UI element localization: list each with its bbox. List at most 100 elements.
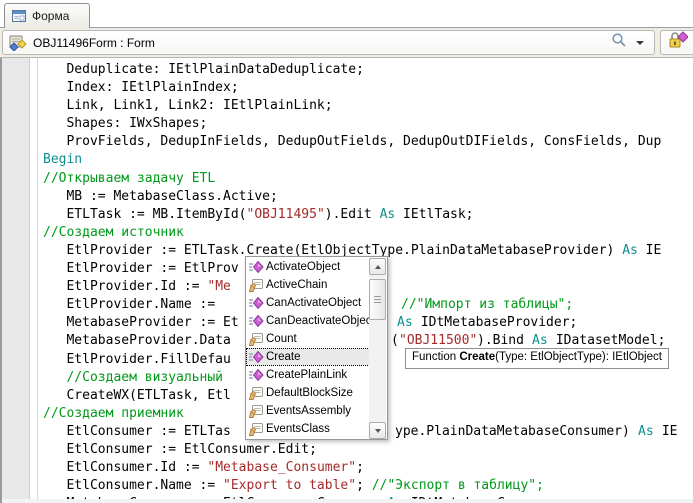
function-signature-tooltip: Function Create(Type: EtlObjectType): IE… [405, 348, 669, 369]
lock-icon[interactable] [666, 31, 688, 54]
code-segment: ype.PlainDataMetabaseConsumer) [395, 423, 638, 441]
scroll-up-button[interactable] [369, 258, 386, 275]
search-icon[interactable] [611, 32, 627, 53]
method-icon [248, 349, 264, 365]
code-segment: EtlConsumer.Id := [43, 460, 207, 475]
scroll-down-button[interactable] [369, 422, 386, 439]
code-segment: As [638, 423, 654, 441]
object-toolbar[interactable]: OBJ11496Form : Form [2, 30, 655, 55]
code-line: Deduplicate: IEtlPlainDataDeduplicate; [43, 61, 693, 79]
form-object-icon [9, 35, 27, 51]
code-segment: ETLTask := MB.ItemById( [43, 207, 247, 222]
scrollbar-thumb[interactable] [369, 279, 386, 320]
dropdown-item[interactable]: EventsClass [246, 420, 370, 438]
code-segment: //Открываем задачу ETL [43, 171, 215, 186]
dropdown-item-label: EventsClass [266, 423, 330, 435]
dropdown-item-label: Count [266, 333, 297, 345]
triangle-up-icon [375, 265, 381, 269]
code-segment: ; [356, 460, 364, 475]
dropdown-item[interactable]: ActiveChain [246, 276, 370, 294]
code-segment: "OBJ11495" [247, 207, 325, 222]
code-segment: MetabaseProvider.Data [43, 333, 231, 348]
dropdown-item[interactable]: CanDeactivateObject [246, 312, 370, 330]
code-segment: "Export to table" [223, 478, 356, 493]
code-line: //Создаем источник [43, 224, 693, 242]
dropdown-item-label: CreatePlainLink [266, 369, 347, 381]
code-segment: Shapes: IWxShapes; [43, 116, 207, 131]
method-icon [248, 259, 264, 275]
code-segment: "Me [207, 279, 230, 294]
code-segment: ( [391, 332, 399, 350]
tooltip-suffix: (Type: EtlObjectType): IEtlObject [495, 351, 662, 363]
code-segment: As [622, 243, 638, 258]
dropdown-item-label: CanDeactivateObject [266, 315, 375, 327]
code-line: Shapes: IWxShapes; [43, 115, 693, 133]
code-line: //Открываем задачу ETL [43, 170, 693, 188]
code-segment: EtlConsumer := ETLTas [43, 424, 231, 439]
code-segment: //Создаем приемник [43, 406, 184, 421]
code-segment: EtlProvider.FillDefau [43, 352, 231, 367]
dropdown-item[interactable]: Create [246, 348, 370, 366]
editor-gutter [2, 58, 30, 503]
code-segment: IEtlTask; [395, 207, 473, 222]
dropdown-item[interactable]: Count [246, 330, 370, 348]
code-segment: //"Импорт из таблицы"; [401, 296, 573, 314]
code-segment: Link, Link1, Link2: IEtlPlainLink; [43, 98, 333, 113]
dropdown-item[interactable]: CreatePlainLink [246, 366, 370, 384]
dropdown-scrollbar[interactable] [369, 258, 386, 439]
dropdown-item-label: DefaultBlockSize [266, 387, 353, 399]
code-line: EtlConsumer.Name := "Export to table"; /… [43, 477, 693, 495]
object-title: OBJ11496Form : Form [33, 36, 611, 50]
code-segment: As [380, 207, 396, 222]
property-icon [248, 421, 264, 437]
code-line: ETLTask := MB.ItemById("OBJ11495").Edit … [43, 206, 693, 224]
code-segment: CreateWX(ETLTask, Etl [43, 388, 231, 403]
search-dropdown-caret-icon[interactable] [636, 41, 644, 45]
code-segment: Index: IEtlPlainIndex; [43, 80, 239, 95]
property-icon [248, 331, 264, 347]
dropdown-item-label: CanActivateObject [266, 297, 361, 309]
code-line: ProvFields, DedupInFields, DedupOutField… [43, 133, 693, 151]
code-segment: As [397, 314, 413, 332]
code-segment: IDtMetabaseProvider; [413, 314, 577, 332]
property-icon [248, 403, 264, 419]
code-segment: Deduplicate: IEtlPlainDataDeduplicate; [43, 62, 364, 77]
form-editor-window: Форма OBJ11496Form : Form [0, 0, 693, 503]
code-segment: Begin [43, 152, 82, 167]
tooltip-function-name: Create [459, 351, 495, 363]
dropdown-item[interactable]: CanActivateObject [246, 294, 370, 312]
dropdown-item[interactable]: ActivateObject [246, 258, 370, 276]
tab-forma[interactable]: Форма [4, 3, 90, 28]
method-icon [248, 295, 264, 311]
dropdown-item-label: EventsAssembly [266, 405, 351, 417]
dropdown-item[interactable]: EventsAssembly [246, 402, 370, 420]
code-line: EtlConsumer.Id := "Metabase_Consumer"; [43, 459, 693, 477]
code-line: Begin [43, 151, 693, 169]
tab-strip: Форма [0, 0, 693, 28]
autocomplete-dropdown[interactable]: ActivateObject ActiveChain CanActivateObje… [245, 256, 388, 440]
editor-bottom-strip [2, 499, 693, 503]
property-icon [248, 385, 264, 401]
code-segment: //Создаем источник [43, 225, 184, 240]
autocomplete-list: ActivateObject ActiveChain CanActivateObje… [246, 258, 370, 438]
code-segment: IE [638, 243, 661, 258]
code-segment: EtlProvider := EtlProv [43, 261, 239, 276]
dropdown-item-label: ActiveChain [266, 279, 327, 291]
code-line: Index: IEtlPlainIndex; [43, 79, 693, 97]
code-segment: MB := MetabaseClass.Active; [43, 189, 278, 204]
side-toolbar[interactable] [660, 30, 693, 55]
dropdown-item[interactable]: DefaultBlockSize [246, 384, 370, 402]
tooltip-prefix: Function [412, 351, 459, 363]
code-segment: ProvFields, DedupInFields, DedupOutField… [43, 134, 661, 149]
method-icon [248, 313, 264, 329]
code-segment: EtlProvider.Name := [43, 297, 223, 312]
code-segment: ).Edit [325, 207, 380, 222]
tab-forma-label: Форма [32, 9, 69, 23]
code-segment: ; [356, 478, 372, 493]
form-window-icon [11, 8, 27, 24]
code-segment: //Создаем визуальный [43, 370, 223, 385]
method-icon [248, 367, 264, 383]
code-segment: IE [654, 423, 677, 441]
dropdown-item-label: Create [266, 351, 301, 363]
triangle-down-icon [375, 429, 381, 433]
